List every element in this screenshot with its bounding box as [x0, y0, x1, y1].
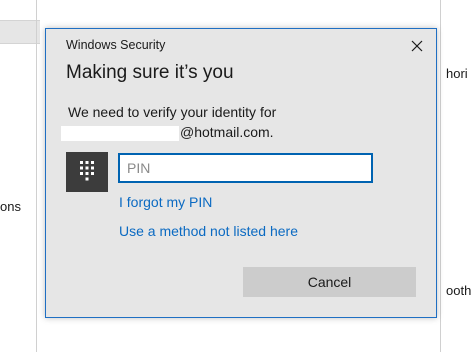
background-window-left	[0, 0, 38, 352]
dialog-title: Windows Security	[66, 38, 166, 52]
background-text-right-top: hori	[446, 66, 468, 81]
forgot-pin-link[interactable]: I forgot my PIN	[119, 194, 212, 210]
dialog-title-bar: Windows Security	[46, 29, 436, 61]
pin-input[interactable]	[118, 153, 373, 183]
verification-message: We need to verify your identity for @hot…	[61, 102, 277, 142]
background-text-right-bottom: ooth	[446, 283, 472, 298]
background-text-left: ons	[0, 199, 21, 214]
windows-security-dialog: Windows Security Making sure it’s you We…	[45, 28, 437, 318]
other-method-link[interactable]: Use a method not listed here	[119, 223, 298, 239]
keypad-tile	[66, 152, 108, 192]
cancel-button[interactable]: Cancel	[243, 267, 416, 297]
message-line-2: @hotmail.com.	[61, 122, 276, 142]
keypad-icon	[80, 161, 94, 181]
redacted-email-user	[61, 125, 179, 141]
close-icon	[411, 40, 423, 52]
background-divider-right	[440, 0, 441, 352]
email-domain: @hotmail.com.	[180, 124, 274, 140]
close-button[interactable]	[406, 35, 428, 57]
message-line-1: We need to verify your identity for	[68, 104, 277, 120]
background-divider-left	[36, 0, 37, 352]
dialog-heading: Making sure it’s you	[66, 62, 234, 83]
background-toolbar-fragment	[0, 20, 40, 44]
